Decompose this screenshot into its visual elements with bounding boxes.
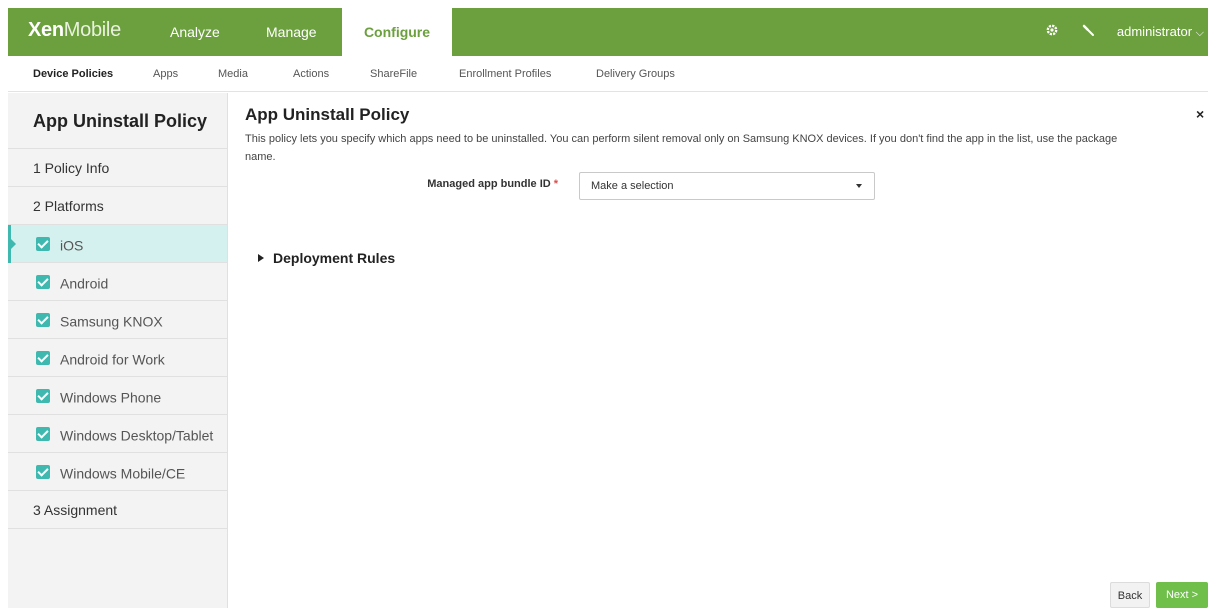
checkbox-checked-icon[interactable] [36, 389, 50, 404]
checkbox-checked-icon[interactable] [36, 275, 50, 290]
sidebar-item-ios[interactable]: iOS [8, 225, 227, 263]
user-name: administrator [1116, 24, 1193, 39]
deployment-rules-toggle[interactable]: Deployment Rules [258, 250, 395, 266]
sidebar-item-windows-mobile-ce[interactable]: Windows Mobile/CE [8, 453, 227, 491]
policy-wizard-sidebar: App Uninstall Policy 1 Policy Info 2 Pla… [8, 93, 228, 608]
gear-icon[interactable] [1042, 22, 1062, 42]
sidebar-item-label: Samsung KNOX [60, 313, 163, 330]
nav-configure[interactable]: Configure [342, 8, 452, 56]
bundle-id-label: Managed app bundle ID * [380, 178, 558, 190]
sub-navigation: Device Policies Apps Media Actions Share… [8, 56, 1208, 92]
sidebar-item-samsung-knox[interactable]: Samsung KNOX [8, 301, 227, 339]
sidebar-title: App Uninstall Policy [8, 93, 227, 149]
sidebar-item-label: Android [60, 275, 109, 292]
sidebar-item-label: iOS [60, 237, 84, 254]
sidebar-item-label: Windows Desktop/Tablet [60, 427, 214, 444]
subnav-actions[interactable]: Actions [293, 56, 329, 92]
wrench-icon[interactable] [1078, 22, 1098, 42]
checkbox-checked-icon[interactable] [36, 465, 50, 480]
checkbox-checked-icon[interactable] [36, 351, 50, 366]
triangle-right-icon [258, 254, 264, 263]
subnav-delivery-groups[interactable]: Delivery Groups [596, 56, 675, 92]
nav-manage[interactable]: Manage [266, 8, 317, 56]
page-title: App Uninstall Policy [245, 105, 410, 124]
caret-down-icon [856, 184, 862, 188]
checkbox-checked-icon[interactable] [36, 313, 50, 328]
sidebar-item-android[interactable]: Android [8, 263, 227, 301]
sidebar-step-policy-info[interactable]: 1 Policy Info [8, 149, 227, 187]
sidebar-item-label: Windows Mobile/CE [60, 465, 186, 482]
checkbox-checked-icon[interactable] [36, 427, 50, 442]
top-navigation-bar: XenMobile Analyze Manage Configure admin… [8, 8, 1208, 56]
sidebar-item-android-for-work[interactable]: Android for Work [8, 339, 227, 377]
select-value: Make a selection [591, 180, 674, 192]
required-marker: * [553, 178, 558, 190]
nav-analyze[interactable]: Analyze [170, 8, 220, 56]
bundle-id-label-text: Managed app bundle ID [427, 178, 551, 190]
sidebar-step-assignment[interactable]: 3 Assignment [8, 491, 227, 529]
sidebar-item-label: Windows Phone [60, 389, 162, 406]
deployment-rules-label: Deployment Rules [273, 250, 396, 266]
user-menu[interactable]: administrator ⌵ [1117, 8, 1208, 56]
close-icon[interactable]: × [1196, 106, 1204, 122]
subnav-sharefile[interactable]: ShareFile [370, 56, 417, 92]
policy-description: This policy lets you specify which apps … [245, 133, 1118, 163]
bundle-id-select[interactable]: Make a selection [579, 172, 875, 200]
xenmobile-logo[interactable]: XenMobile [28, 19, 121, 42]
subnav-enrollment-profiles[interactable]: Enrollment Profiles [459, 56, 551, 92]
sidebar-step-platforms[interactable]: 2 Platforms [8, 187, 227, 225]
back-button[interactable]: Back [1110, 582, 1150, 608]
subnav-apps[interactable]: Apps [153, 56, 178, 92]
sidebar-item-windows-desktop-tablet[interactable]: Windows Desktop/Tablet [8, 415, 227, 453]
subnav-media[interactable]: Media [218, 56, 248, 92]
chevron-down-icon: ⌵ [1195, 27, 1204, 39]
sidebar-item-windows-phone[interactable]: Windows Phone [8, 377, 227, 415]
next-button[interactable]: Next > [1156, 582, 1208, 608]
sidebar-item-label: Android for Work [60, 351, 165, 368]
subnav-device-policies[interactable]: Device Policies [33, 56, 113, 92]
checkbox-checked-icon[interactable] [36, 237, 50, 252]
